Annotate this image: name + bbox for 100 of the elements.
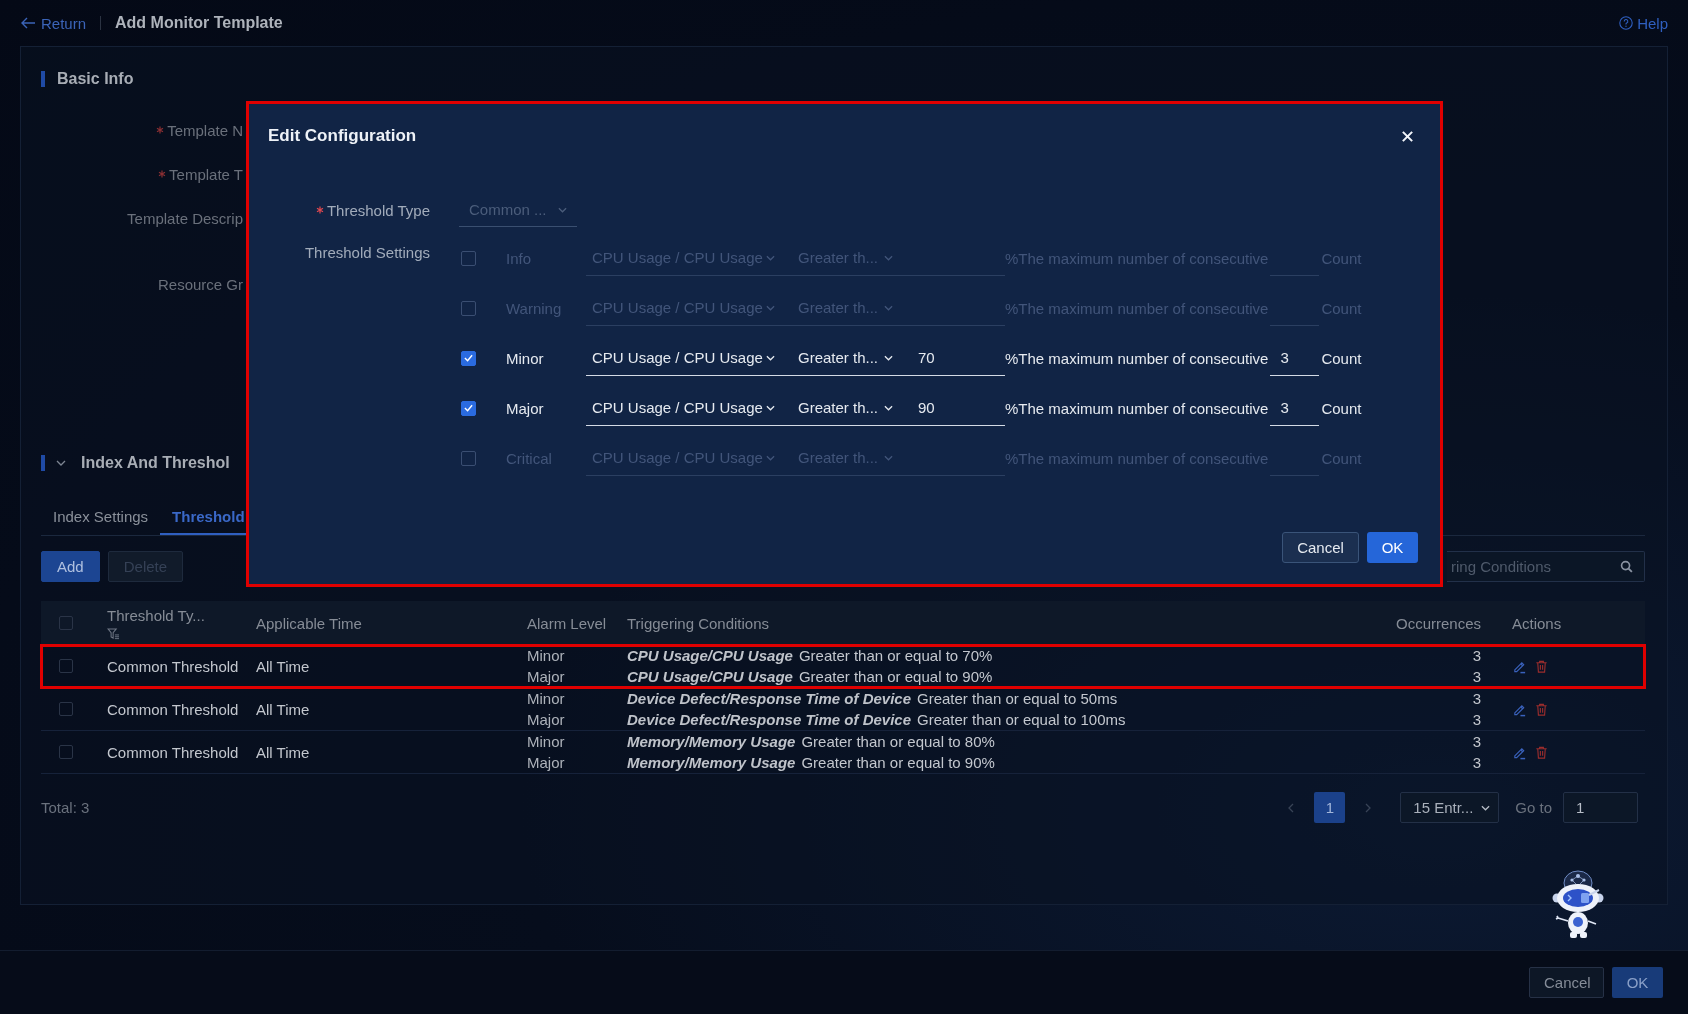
column-header: Threshold Ty... [107,606,205,625]
close-icon[interactable] [1401,129,1414,143]
chevron-down-icon [884,254,893,261]
occurrence-count: 3 [1472,667,1481,687]
row-checkbox[interactable] [59,659,73,673]
column-header: Applicable Time [256,613,362,633]
operator-select[interactable]: Greater th... [785,340,905,376]
level-checkbox[interactable] [461,250,476,266]
page-size-select[interactable]: 15 Entr... [1400,792,1500,823]
operator-select[interactable]: Greater th... [785,390,905,426]
field-label: Threshold Settings [304,244,430,261]
threshold-value-input[interactable]: 90 [905,390,1005,426]
chevron-down-icon [766,254,775,261]
occurrence-count: 3 [1472,689,1481,709]
metric-select[interactable]: CPU Usage / CPU Usage [586,340,785,376]
metric-name: Memory/Memory Usage [627,732,796,752]
chevron-down-icon [884,354,893,361]
occurrence-count: 3 [1472,753,1481,773]
metric-select[interactable]: CPU Usage / CPU Usage [586,390,785,426]
chevron-down-icon [558,206,567,213]
chevron-down-icon [884,304,893,311]
threshold-value-input[interactable]: 70 [905,340,1005,376]
dialog-button[interactable]: Cancel [1282,532,1359,563]
alarm-level-text: Minor [527,689,565,709]
threshold-type-cell: Common Threshold [107,700,239,718]
dialog-title: Edit Configuration [268,126,417,146]
search-icon[interactable] [1620,560,1633,573]
total-count: Total: 3 [41,799,90,816]
help-icon[interactable] [1619,16,1634,30]
level-checkbox[interactable] [461,350,476,366]
dialog-button[interactable]: OK [1367,532,1418,563]
search-field[interactable]: ring Conditions [1447,551,1645,582]
section-bar-icon [41,71,45,87]
condition-text: Greater than or equal to 100ms [917,710,1126,730]
condition-text: Greater than or equal to 90% [801,753,995,773]
goto-label: Go to [1515,799,1552,816]
checkmark-icon [464,354,473,362]
unit-label: Count [1321,349,1362,367]
select-all-checkbox[interactable] [59,616,73,630]
section-title: Index And Threshol [81,454,230,472]
alarm-level-text: Major [527,753,565,773]
chevron-down-icon [766,404,775,411]
level-checkbox[interactable] [461,400,476,416]
column-header: Actions [1512,613,1562,633]
field-label: Resource Gr [157,275,243,293]
threshold-type-cell: Common Threshold [107,657,239,675]
goto-page-input[interactable]: 1 [1563,792,1638,823]
field-label: Template T [169,165,243,183]
row-checkbox[interactable] [59,745,73,759]
page-button[interactable]: 1 [1314,792,1346,823]
count-input[interactable]: 3 [1270,390,1320,426]
return-link[interactable]: Return [21,14,87,32]
page-title: Add Monitor Template [115,14,283,32]
arrow-left-icon [21,17,35,29]
count-input[interactable]: 3 [1270,340,1320,376]
alarm-level-text: Minor [527,646,565,666]
metric-name: CPU Usage/CPU Usage [627,667,793,687]
condition-text: Greater than or equal to 80% [801,732,995,752]
condition-text: Greater than or equal to 90% [798,667,993,687]
column-header: Occurrences [1395,613,1481,633]
unit-label: Count [1321,399,1362,417]
applicable-time-cell: All Time [256,743,310,761]
level-checkbox[interactable] [461,450,476,466]
toolbar-button[interactable]: Add [41,551,100,582]
chevron-down-icon [884,454,893,461]
footer-button[interactable]: OK [1612,967,1663,998]
delete-icon[interactable] [1534,658,1549,674]
level-label: Major [506,399,545,417]
occurrence-count: 3 [1472,710,1481,730]
chevron-right-icon[interactable] [1365,802,1372,813]
applicable-time-cell: All Time [256,700,310,718]
chevron-left-icon[interactable] [1288,802,1295,813]
section-title: Basic Info [57,70,134,88]
chevron-down-icon [1481,804,1491,811]
metric-name: Device Defect/Response Time of Device [627,710,911,730]
column-header: Alarm Level [527,613,607,633]
footer-button[interactable]: Cancel [1529,967,1604,998]
level-checkbox[interactable] [461,300,476,316]
applicable-time-cell: All Time [256,657,310,675]
chevron-down-icon[interactable] [56,460,66,466]
row-checkbox[interactable] [59,702,73,716]
condition-text: Greater than or equal to 50ms [917,689,1118,709]
section-bar-icon [41,455,45,471]
filter-icon[interactable] [107,628,120,640]
column-header: Triggering Conditions [627,613,770,633]
tab[interactable]: Index Settings [41,499,161,535]
alarm-level-text: Major [527,667,565,687]
chevron-down-icon [766,304,775,311]
occurrence-count: 3 [1472,646,1481,666]
threshold-type-cell: Common Threshold [107,743,239,761]
chevron-down-icon [884,404,893,411]
condition-text: Greater than or equal to 70% [798,646,993,666]
delete-icon[interactable] [1534,701,1549,717]
chevron-down-icon [766,454,775,461]
chevron-down-icon [766,354,775,361]
field-label: Template Descrip [127,209,243,227]
delete-icon[interactable] [1534,744,1549,760]
metric-name: Device Defect/Response Time of Device [627,689,911,709]
field-label: Template N [167,121,243,139]
help-link[interactable]: Help [1637,14,1668,32]
